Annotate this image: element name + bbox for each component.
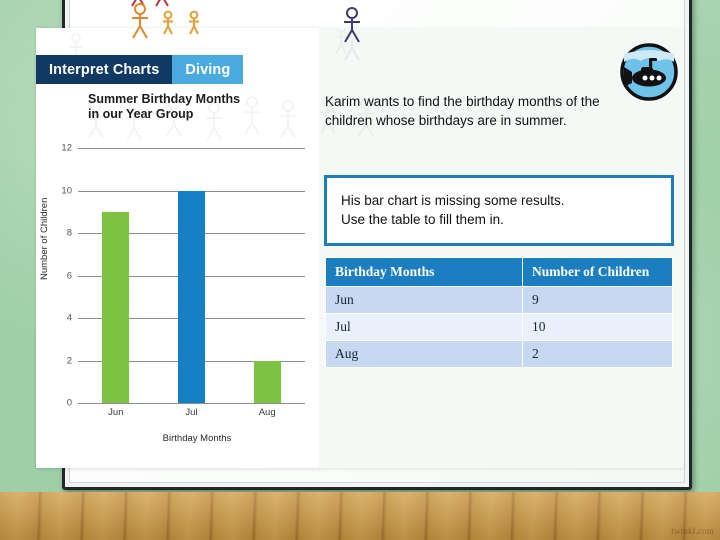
wooden-floor: twinkl.com — [0, 492, 720, 540]
chart-bar-jul — [178, 190, 205, 403]
table-cell-month: Aug — [325, 340, 523, 368]
tab-interpret-charts-label: Interpret Charts — [49, 61, 160, 78]
tab-interpret-charts[interactable]: Interpret Charts — [36, 55, 173, 84]
intro-text: Karim wants to find the birthday months … — [325, 94, 600, 128]
table-row: Jun 9 — [325, 286, 673, 314]
chart-bar-jun — [102, 211, 130, 403]
slide-stage: twinkl.com Interpret Charts Diving Summe… — [0, 0, 720, 540]
table-cell-children: 10 — [522, 313, 673, 341]
chart-title-line2: in our Year Group — [88, 107, 194, 121]
chart-y-axis-label: Number of Children — [39, 197, 50, 280]
chart-y-tick-label: 6 — [66, 270, 72, 281]
table-row: Aug 2 — [325, 340, 673, 368]
table-row: Jul 10 — [325, 313, 673, 341]
table-header-birthday-months: Birthday Months — [325, 257, 523, 287]
tab-diving[interactable]: Diving — [172, 55, 244, 84]
tab-diving-label: Diving — [185, 61, 231, 78]
table-header-row: Birthday Months Number of Children — [325, 257, 673, 287]
tab-bar: Interpret Charts Diving — [36, 55, 244, 84]
table-cell-month: Jul — [325, 313, 523, 341]
watermark-text: twinkl.com — [671, 526, 714, 536]
table-cell-month: Jun — [325, 286, 523, 314]
submarine-icon[interactable] — [619, 42, 679, 102]
chart-x-axis-label: Birthday Months — [162, 433, 232, 444]
chart-x-tick-label: Jun — [108, 407, 124, 418]
table-cell-children: 9 — [522, 286, 673, 314]
bar-chart: Number of Children Birthday Months 0 2 4 6 8… — [39, 140, 320, 450]
chart-plot-area: 0 2 4 6 8 10 12 Jun Jul Aug — [61, 143, 305, 418]
chart-title: Summer Birthday Months in our Year Group — [88, 92, 298, 122]
chart-y-tick-label: 10 — [61, 185, 72, 196]
chart-y-tick-label: 12 — [61, 142, 72, 154]
results-table: Birthday Months Number of Children Jun 9 J… — [325, 257, 673, 368]
chart-gridline: 12 — [61, 143, 305, 154]
chart-title-line1: Summer Birthday Months — [88, 92, 241, 106]
chart-y-tick-label: 4 — [66, 312, 72, 324]
chart-y-tick-label: 0 — [66, 397, 72, 409]
table-body: Jun 9 Jul 10 Aug 2 — [325, 286, 673, 368]
chart-x-tick-label: Jul — [185, 407, 198, 418]
instruction-callout: His bar chart is missing some results. U… — [324, 175, 674, 246]
chart-gridline: 0 — [67, 398, 305, 409]
callout-line-1: His bar chart is missing some results. — [341, 193, 565, 208]
chart-x-tick-label: Aug — [258, 407, 276, 418]
chart-y-tick-label: 2 — [66, 355, 72, 366]
chart-bar-aug — [253, 360, 281, 403]
table-header-number-of-children: Number of Children — [522, 257, 673, 287]
chart-y-tick-label: 8 — [66, 227, 72, 239]
callout-line-2: Use the table to fill them in. — [341, 212, 504, 227]
table-cell-children: 2 — [522, 340, 673, 368]
